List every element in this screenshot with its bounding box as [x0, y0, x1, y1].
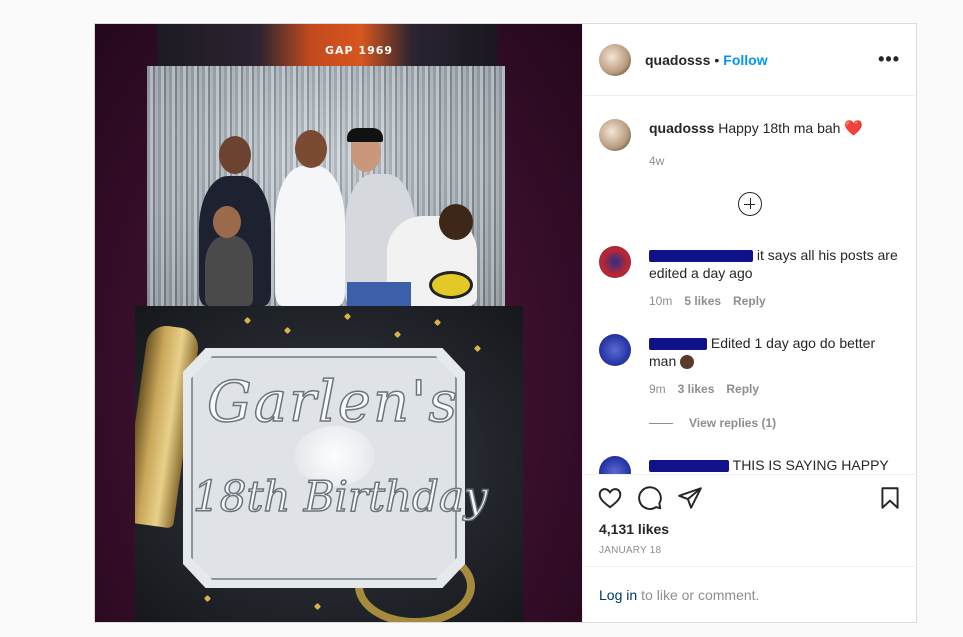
confetti — [473, 344, 482, 353]
comment-text: THIS IS SAYING HAPPY — [732, 457, 889, 473]
comment-likes[interactable]: 3 likes — [678, 380, 715, 398]
tee-print — [429, 271, 473, 299]
separator-dot: • — [714, 51, 720, 68]
login-text: to like or comment. — [641, 586, 760, 603]
comment-time[interactable]: 10m — [649, 292, 672, 310]
avatar[interactable] — [599, 456, 631, 474]
shirt-text: GAP 1969 — [325, 44, 394, 57]
header-username[interactable]: quadosss — [645, 52, 710, 68]
confetti — [433, 318, 442, 327]
reply-button[interactable]: Reply — [733, 292, 766, 310]
confetti — [243, 316, 252, 325]
cap — [347, 128, 383, 142]
birthday-card: Garlen's 18th Birthday — [135, 306, 523, 622]
post-header: quadosss • Follow ••• — [583, 24, 916, 96]
redacted-username — [649, 338, 707, 351]
head — [213, 206, 241, 238]
confetti — [313, 602, 322, 611]
post-sidebar: quadosss • Follow ••• quadosss Happy 18t… — [582, 24, 917, 622]
follow-button[interactable]: Follow — [723, 52, 767, 68]
login-bar: Log in to like or comment. — [583, 566, 917, 622]
login-link[interactable]: Log in — [599, 587, 637, 603]
comment-likes[interactable]: 5 likes — [684, 292, 721, 310]
person — [205, 236, 253, 306]
reply-button[interactable]: Reply — [726, 380, 759, 398]
red-heart-emoji: ❤️ — [844, 120, 864, 137]
confetti — [393, 330, 402, 339]
heart-icon[interactable] — [597, 485, 623, 511]
jeans — [347, 282, 411, 306]
photo-booth-picture — [147, 66, 505, 306]
comment: Edited 1 day ago do better man 9m 3 like… — [599, 334, 899, 398]
share-icon[interactable] — [677, 485, 703, 511]
post-date[interactable]: JANUARY 18 — [583, 537, 917, 556]
person — [275, 166, 345, 306]
redacted-username — [649, 250, 753, 263]
redacted-username — [649, 460, 729, 473]
caption: quadosss Happy 18th ma bah ❤️ 4w — [599, 119, 899, 170]
avatar[interactable] — [599, 119, 631, 151]
comment: THIS IS SAYING HAPPY — [599, 456, 899, 474]
avatar[interactable] — [599, 246, 631, 278]
card-line-1: Garlen's — [206, 369, 460, 436]
plus-circle-icon[interactable] — [738, 192, 762, 216]
person-emoji — [680, 355, 695, 370]
photo-strip-top: GAP 1969 — [157, 24, 497, 66]
avatar[interactable] — [599, 43, 631, 76]
more-options-icon[interactable]: ••• — [878, 49, 900, 70]
replies-line — [649, 422, 673, 424]
caption-text: Happy 18th ma bah — [718, 120, 841, 136]
confetti — [343, 312, 352, 321]
post-modal: GAP 1969 Garlen's 18th Birthday quadosss… — [94, 23, 917, 623]
post-actions: 4,131 likes JANUARY 18 — [583, 474, 917, 556]
card-line-2: 18th Birthday — [192, 471, 488, 522]
comment-icon[interactable] — [637, 485, 663, 511]
comments-list[interactable]: quadosss Happy 18th ma bah ❤️ 4w it says… — [583, 96, 917, 474]
head — [439, 204, 473, 240]
confetti — [283, 326, 292, 335]
bookmark-icon[interactable] — [877, 485, 903, 511]
likes-count[interactable]: 4,131 likes — [583, 521, 917, 537]
head — [295, 130, 327, 168]
head — [219, 136, 251, 174]
post-photo[interactable]: GAP 1969 Garlen's 18th Birthday — [95, 24, 582, 622]
view-replies-button[interactable]: View replies (1) — [649, 416, 776, 430]
comment-time[interactable]: 9m — [649, 380, 666, 398]
view-replies-label: View replies (1) — [689, 416, 777, 430]
caption-time[interactable]: 4w — [649, 152, 664, 170]
caption-username[interactable]: quadosss — [649, 120, 714, 136]
avatar[interactable] — [599, 334, 631, 366]
comment: it says all his posts are edited a day a… — [599, 246, 899, 310]
confetti — [203, 594, 212, 603]
